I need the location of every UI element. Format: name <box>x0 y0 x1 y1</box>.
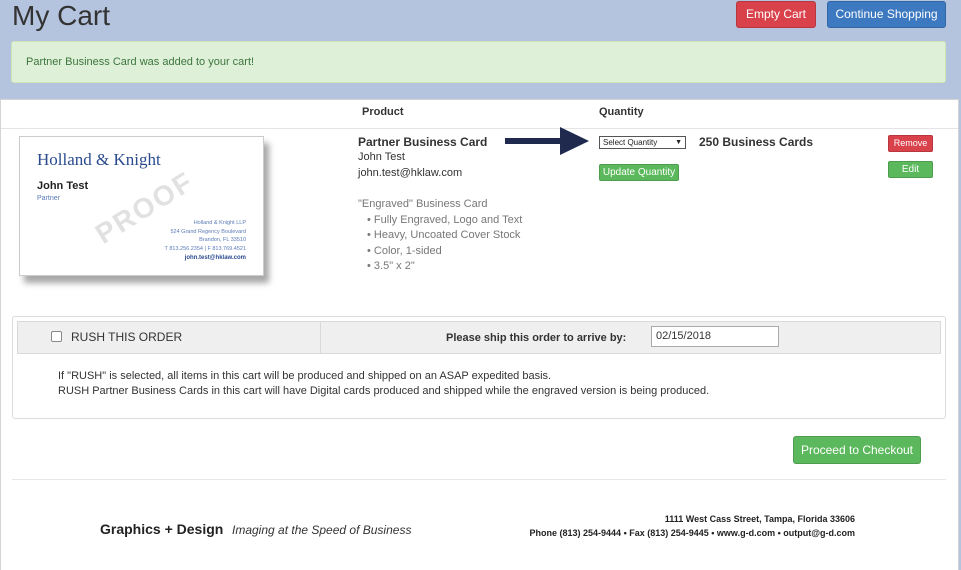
card-email: john.test@hklaw.com <box>184 255 246 261</box>
proceed-to-checkout-button[interactable]: Proceed to Checkout <box>793 436 921 464</box>
product-name: Partner Business Card <box>358 135 488 149</box>
rush-checkbox[interactable] <box>51 331 62 342</box>
rush-note-1: If "RUSH" is selected, all items in this… <box>58 370 552 382</box>
footer-address: 1111 West Cass Street, Tampa, Florida 33… <box>664 514 855 524</box>
card-title: Partner <box>37 195 60 202</box>
right-arrow-icon <box>505 127 589 155</box>
column-header-product: Product <box>362 106 404 118</box>
product-email: john.test@hklaw.com <box>358 167 463 179</box>
product-description: "Engraved" Business Card • Fully Engrave… <box>358 197 522 275</box>
continue-shopping-button[interactable]: Continue Shopping <box>827 1 946 28</box>
product-feature: • Color, 1-sided <box>367 244 442 257</box>
product-person: John Test <box>358 151 405 163</box>
business-card-proof-image: Holland & Knight John Test Partner PROOF… <box>19 136 264 276</box>
footer-brand: Graphics + Design <box>100 521 224 537</box>
product-feature: • 3.5" x 2" <box>367 260 415 272</box>
empty-cart-button[interactable]: Empty Cart <box>736 1 816 28</box>
success-alert: Partner Business Card was added to your … <box>11 41 946 83</box>
card-name: John Test <box>37 180 89 192</box>
footer-divider <box>12 479 946 480</box>
rush-divider <box>320 321 321 354</box>
edit-button[interactable]: Edit <box>888 161 933 178</box>
product-description-title: "Engraved" Business Card <box>358 198 488 210</box>
header-divider <box>1 128 958 129</box>
remove-button[interactable]: Remove <box>888 135 933 152</box>
alert-message: Partner Business Card was added to your … <box>26 56 255 68</box>
column-header-quantity: Quantity <box>599 106 644 118</box>
quantity-text: 250 Business Cards <box>699 135 814 149</box>
rush-label: RUSH THIS ORDER <box>71 330 183 344</box>
card-address-line: 524 Grand Regency Boulevard <box>170 228 246 235</box>
card-logo: Holland & Knight <box>37 150 161 169</box>
footer-tagline: Imaging at the Speed of Business <box>232 523 412 537</box>
quantity-select-value: Select Quantity <box>603 138 658 147</box>
quantity-select[interactable]: Select Quantity ▼ <box>599 136 686 149</box>
card-address-line: T 813.256.2354 | F 813.769.4521 <box>164 245 246 252</box>
update-quantity-button[interactable]: Update Quantity <box>599 164 679 181</box>
ship-date-input[interactable]: 02/15/2018 <box>651 326 779 347</box>
page-title: My Cart <box>12 0 110 31</box>
rush-note-2: RUSH Partner Business Cards in this cart… <box>58 385 710 397</box>
footer-contact: Phone (813) 254-9444 • Fax (813) 254-944… <box>529 528 855 538</box>
caret-down-icon: ▼ <box>675 139 682 146</box>
ship-date-label: Please ship this order to arrive by: <box>446 332 627 344</box>
card-address-line: Brandon, FL 33510 <box>199 237 246 243</box>
card-address-line: Holland & Knight LLP <box>193 220 246 226</box>
product-feature: • Fully Engraved, Logo and Text <box>367 213 523 226</box>
product-feature: • Heavy, Uncoated Cover Stock <box>367 229 521 241</box>
card-address: Holland & Knight LLP 524 Grand Regency B… <box>165 219 246 253</box>
